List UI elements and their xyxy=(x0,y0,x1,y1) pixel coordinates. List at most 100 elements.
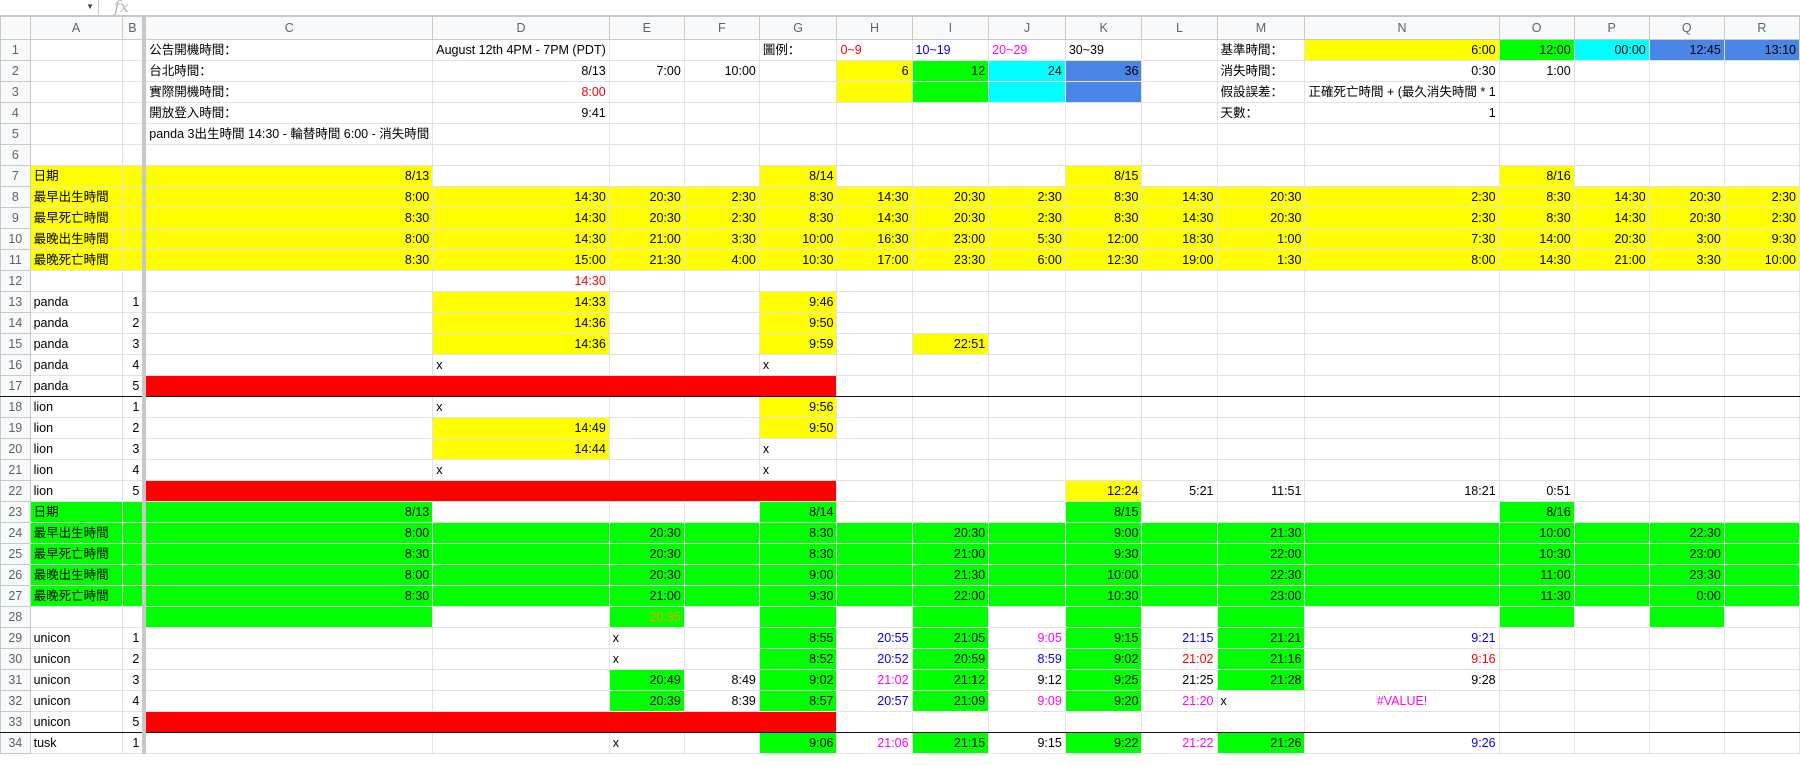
cell[interactable] xyxy=(1304,522,1500,544)
cell[interactable]: 20:30 xyxy=(1648,186,1725,208)
cell[interactable] xyxy=(1573,270,1650,292)
cell[interactable]: 20:30 xyxy=(1216,207,1306,229)
cell[interactable] xyxy=(1304,270,1500,292)
cell[interactable] xyxy=(1723,522,1800,544)
cell[interactable] xyxy=(1573,669,1650,691)
cell[interactable] xyxy=(608,39,685,61)
cell[interactable] xyxy=(836,81,913,103)
cell[interactable]: 21:20 xyxy=(1141,690,1218,712)
cell[interactable]: 1:30 xyxy=(1216,249,1306,271)
cell[interactable]: 21:16 xyxy=(1216,648,1306,670)
cell[interactable] xyxy=(29,81,123,103)
cell[interactable]: 台北時間： xyxy=(142,60,434,82)
cell[interactable] xyxy=(758,102,838,124)
cell[interactable]: 7:30 xyxy=(1304,228,1500,250)
cell[interactable] xyxy=(29,39,123,61)
cell[interactable] xyxy=(1648,375,1725,397)
cell[interactable]: 5 xyxy=(121,711,145,733)
column-header-p[interactable]: P xyxy=(1573,16,1650,40)
cell[interactable]: 最早出生時間 xyxy=(29,522,123,544)
cell[interactable] xyxy=(1648,123,1725,145)
cell[interactable]: 10~19 xyxy=(911,39,990,61)
column-header-m[interactable]: M xyxy=(1216,16,1306,40)
cell[interactable] xyxy=(142,312,434,334)
cell[interactable] xyxy=(1498,312,1575,334)
cell[interactable] xyxy=(1216,438,1306,460)
cell[interactable] xyxy=(1216,165,1306,187)
cell[interactable]: 3:30 xyxy=(683,228,760,250)
cell[interactable]: 14:44 xyxy=(432,438,610,460)
cell[interactable]: 5 xyxy=(121,375,145,397)
cell[interactable] xyxy=(1498,732,1575,754)
cell[interactable] xyxy=(1723,564,1800,586)
cell[interactable] xyxy=(608,291,685,313)
cell[interactable]: lion xyxy=(29,438,123,460)
cell[interactable] xyxy=(608,102,685,124)
cell[interactable] xyxy=(432,585,610,607)
column-header-n[interactable]: N xyxy=(1304,16,1500,40)
cell[interactable] xyxy=(1141,165,1218,187)
cell[interactable] xyxy=(29,60,123,82)
cell[interactable] xyxy=(1304,354,1500,376)
cell[interactable]: 9:16 xyxy=(1304,648,1500,670)
cell[interactable] xyxy=(1648,333,1725,355)
cell[interactable] xyxy=(1216,396,1306,418)
cell[interactable]: 14:33 xyxy=(432,291,610,313)
cell[interactable]: 最晚死亡時間 xyxy=(29,249,123,271)
cell[interactable]: 23:00 xyxy=(911,228,990,250)
cell[interactable]: panda xyxy=(29,354,123,376)
cell[interactable]: 最晚出生時間 xyxy=(29,228,123,250)
cell[interactable] xyxy=(1573,333,1650,355)
cell[interactable] xyxy=(1064,123,1143,145)
cell[interactable] xyxy=(758,144,838,166)
cell[interactable]: 9:26 xyxy=(1304,732,1500,754)
row-header[interactable]: 11 xyxy=(0,249,31,271)
cell[interactable]: 14:30 xyxy=(432,207,610,229)
cell[interactable] xyxy=(1498,333,1575,355)
cell[interactable] xyxy=(988,522,1066,544)
cell[interactable]: 8:49 xyxy=(683,669,760,691)
cell[interactable] xyxy=(911,438,990,460)
cell[interactable]: 20:30 xyxy=(608,543,685,565)
cell[interactable] xyxy=(1573,711,1650,733)
cell[interactable] xyxy=(988,102,1066,124)
cell[interactable] xyxy=(758,270,838,292)
cell[interactable]: 13:10 xyxy=(1723,39,1800,61)
cell[interactable] xyxy=(988,123,1066,145)
cell[interactable]: 公告開機時間： xyxy=(142,39,434,61)
column-header-b[interactable]: B xyxy=(121,16,145,40)
cell[interactable] xyxy=(432,669,610,691)
cell[interactable] xyxy=(1304,144,1500,166)
cell[interactable] xyxy=(1304,438,1500,460)
cell[interactable]: 9:15 xyxy=(1064,627,1143,649)
cell[interactable]: 21:30 xyxy=(1216,522,1306,544)
row-header[interactable]: 12 xyxy=(0,270,31,292)
cell[interactable] xyxy=(683,81,760,103)
cell[interactable] xyxy=(836,291,913,313)
cell[interactable] xyxy=(1723,375,1800,397)
cell[interactable]: 8/13 xyxy=(432,60,610,82)
cell[interactable] xyxy=(142,396,434,418)
cell[interactable]: 14:30 xyxy=(1573,186,1650,208)
column-header-i[interactable]: I xyxy=(911,16,990,40)
row-header[interactable]: 20 xyxy=(0,438,31,460)
cell[interactable] xyxy=(1141,606,1218,628)
cell[interactable] xyxy=(758,60,838,82)
cell[interactable] xyxy=(836,354,913,376)
cell[interactable] xyxy=(29,144,123,166)
cell[interactable]: 12:24 xyxy=(1064,480,1143,502)
cell[interactable] xyxy=(121,102,145,124)
cell[interactable]: 2:30 xyxy=(683,207,760,229)
cell[interactable]: 9:59 xyxy=(758,333,838,355)
cell[interactable]: 0~9 xyxy=(836,39,913,61)
cell[interactable] xyxy=(1648,144,1725,166)
cell[interactable] xyxy=(988,459,1066,481)
cell[interactable]: 20:30 xyxy=(608,564,685,586)
cell[interactable]: 22:00 xyxy=(911,585,990,607)
cell[interactable] xyxy=(1648,648,1725,670)
cell[interactable] xyxy=(1304,564,1500,586)
cell[interactable]: 14:30 xyxy=(432,186,610,208)
cell[interactable]: 12:45 xyxy=(1648,39,1725,61)
row-header[interactable]: 17 xyxy=(0,375,31,397)
cell[interactable] xyxy=(1064,375,1143,397)
